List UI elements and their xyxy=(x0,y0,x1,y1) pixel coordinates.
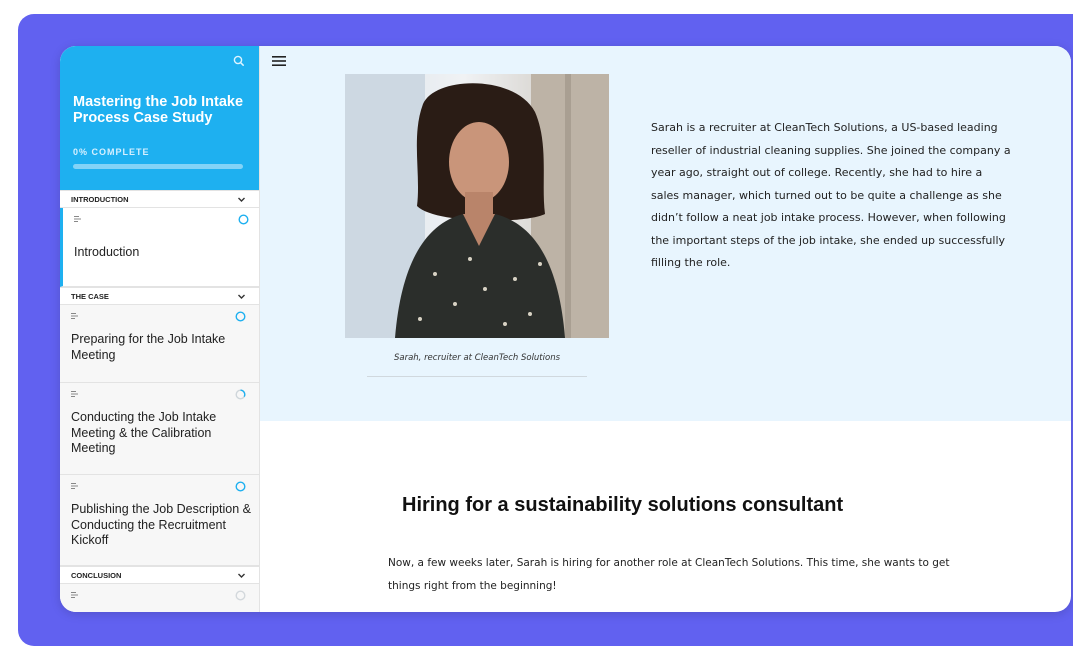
section-label: CONCLUSION xyxy=(71,571,122,580)
section-header-introduction[interactable]: INTRODUCTION xyxy=(60,190,259,208)
lesson-item-conducting[interactable]: Conducting the Job Intake Meeting & the … xyxy=(60,383,259,475)
lesson-item-preparing[interactable]: Preparing for the Job Intake Meeting xyxy=(60,305,259,383)
lesson-title: Publishing the Job Description & Conduct… xyxy=(71,502,251,547)
lesson-item-introduction[interactable]: Introduction xyxy=(60,208,259,287)
course-window: Mastering the Job Intake Process Case St… xyxy=(60,46,1071,612)
lesson-title: Preparing for the Job Intake Meeting xyxy=(71,332,226,362)
course-title: Mastering the Job Intake Process Case St… xyxy=(73,94,244,126)
progress-circle-icon xyxy=(235,389,246,400)
lesson-title: Introduction xyxy=(74,245,140,259)
text-lesson-icon xyxy=(71,391,78,397)
caption-divider xyxy=(367,376,587,377)
text-lesson-icon xyxy=(71,592,78,598)
progress-circle-icon xyxy=(238,214,249,225)
search-icon[interactable] xyxy=(230,52,248,70)
course-sidebar: Mastering the Job Intake Process Case St… xyxy=(60,46,260,612)
progress-circle-icon xyxy=(235,590,246,601)
text-lesson-icon xyxy=(71,483,78,489)
text-lesson-icon xyxy=(71,313,78,319)
text-lesson-icon xyxy=(74,216,81,222)
progress-circle-icon xyxy=(235,481,246,492)
section-label: INTRODUCTION xyxy=(71,195,129,204)
section-label: THE CASE xyxy=(71,292,109,301)
section-header-the-case[interactable]: THE CASE xyxy=(60,287,259,305)
progress-circle-icon xyxy=(235,311,246,322)
sidebar-header: Mastering the Job Intake Process Case St… xyxy=(60,46,259,190)
hamburger-menu-icon[interactable] xyxy=(272,54,287,66)
lesson-item-publishing[interactable]: Publishing the Job Description & Conduct… xyxy=(60,475,259,566)
intro-hero: Sarah, recruiter at CleanTech Solutions … xyxy=(260,46,1071,421)
intro-paragraph: Sarah is a recruiter at CleanTech Soluti… xyxy=(651,121,1011,269)
section-heading: Hiring for a sustainability solutions co… xyxy=(402,494,844,516)
chevron-down-icon xyxy=(238,294,245,299)
photo-caption: Sarah, recruiter at CleanTech Solutions xyxy=(393,353,561,363)
sarah-photo xyxy=(345,74,609,338)
progress-bar xyxy=(73,164,243,169)
chevron-down-icon xyxy=(238,573,245,578)
section-header-conclusion[interactable]: CONCLUSION xyxy=(60,566,259,584)
body-paragraph: Now, a few weeks later, Sarah is hiring … xyxy=(388,557,950,592)
lesson-item-conclusion[interactable] xyxy=(60,584,259,612)
progress-label: 0% COMPLETE xyxy=(73,147,150,157)
chevron-down-icon xyxy=(238,197,245,202)
lesson-content: Sarah, recruiter at CleanTech Solutions … xyxy=(260,46,1071,612)
lesson-title: Conducting the Job Intake Meeting & the … xyxy=(71,410,217,455)
